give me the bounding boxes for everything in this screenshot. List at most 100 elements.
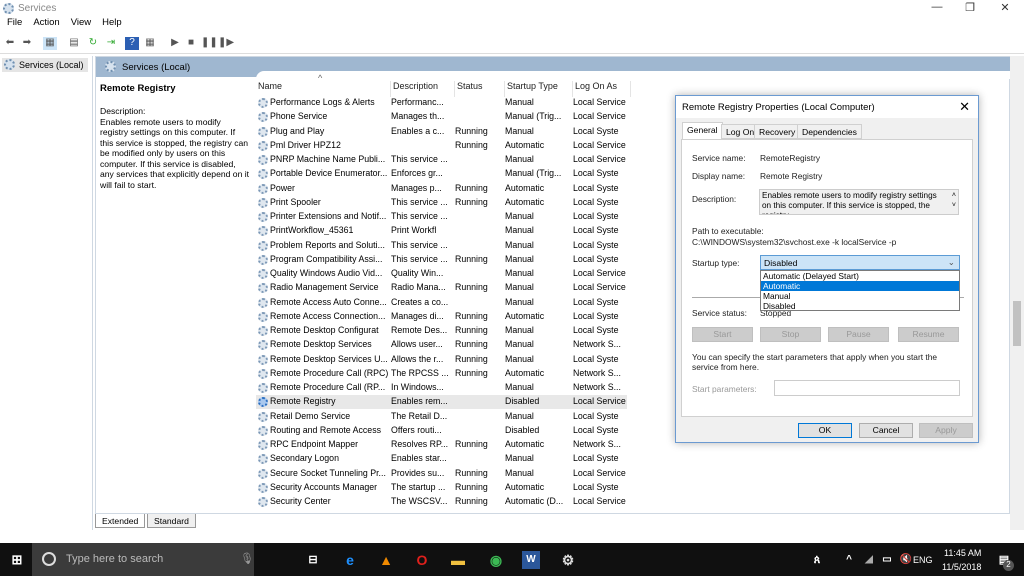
column-description[interactable]: Description xyxy=(393,81,455,97)
service-row[interactable]: Problem Reports and Soluti... This servic… xyxy=(256,239,627,253)
service-row[interactable]: Remote Access Connection... Manages di...… xyxy=(256,310,627,324)
service-row[interactable]: Remote Desktop Configurat Remote Des... Ru… xyxy=(256,324,627,338)
tree-item-services-local[interactable]: Services (Local) xyxy=(2,58,88,72)
file-explorer-icon[interactable]: ▬ xyxy=(449,551,467,569)
maximize-button[interactable]: ❐ xyxy=(955,1,985,14)
service-row[interactable]: Security Center The WSCSV... Running Automa… xyxy=(256,495,627,509)
people-icon[interactable]: ጰ xyxy=(808,551,826,569)
vlc-icon[interactable]: ▲ xyxy=(377,551,395,569)
console-tree-icon[interactable]: ▦ xyxy=(43,37,57,50)
ok-button[interactable]: OK xyxy=(798,423,852,438)
service-row[interactable]: Remote Procedure Call (RPC) The RPCSS ...… xyxy=(256,367,627,381)
cell-startup-type: Automatic xyxy=(505,367,545,378)
cancel-button[interactable]: Cancel xyxy=(859,423,913,438)
vertical-scrollbar[interactable] xyxy=(1010,56,1024,530)
startup-type-dropdown: Automatic (Delayed Start) Automatic Manu… xyxy=(760,270,960,311)
startup-type-select[interactable]: Disabled ⌄ xyxy=(760,255,960,270)
stop-button[interactable]: Stop xyxy=(760,327,821,342)
taskbar-search[interactable]: Type here to search 🎙 xyxy=(32,543,254,576)
service-row[interactable]: Routing and Remote Access Offers routi...… xyxy=(256,424,627,438)
microphone-icon[interactable]: 🎙 xyxy=(240,552,254,565)
cell-description: Creates a co... xyxy=(391,296,449,307)
forward-icon[interactable]: ➡ xyxy=(20,37,34,50)
column-startup-type[interactable]: Startup Type xyxy=(507,81,573,97)
show-hidden-icons[interactable]: ^ xyxy=(840,551,858,569)
service-row[interactable]: Radio Management Service Radio Mana... Run… xyxy=(256,281,627,295)
services-taskbar-icon[interactable]: ⚙ xyxy=(559,551,577,569)
option-automatic[interactable]: Automatic xyxy=(761,281,959,291)
service-row[interactable]: RPC Endpoint Mapper Resolves RP... Running… xyxy=(256,438,627,452)
service-row[interactable]: Power Manages p... Running Automatic Local S… xyxy=(256,182,627,196)
service-row[interactable]: Remote Desktop Services Allows user... Run… xyxy=(256,338,627,352)
service-row[interactable]: Program Compatibility Assi... This servic… xyxy=(256,253,627,267)
service-row[interactable]: Remote Desktop Services U... Allows the r… xyxy=(256,353,627,367)
menu-help[interactable]: Help xyxy=(102,17,122,28)
column-log-on-as[interactable]: Log On As xyxy=(575,81,631,97)
service-row[interactable]: Quality Windows Audio Vid... Quality Win.… xyxy=(256,267,627,281)
tab-extended[interactable]: Extended xyxy=(95,514,146,528)
service-row[interactable]: Printer Extensions and Notif... This serv… xyxy=(256,210,627,224)
service-row[interactable]: Portable Device Enumerator... Enforces gr… xyxy=(256,167,627,181)
service-row[interactable]: Phone Service Manages th... Manual (Trig..… xyxy=(256,110,627,124)
scrollbar-thumb[interactable] xyxy=(1013,301,1021,346)
service-row[interactable]: Plug and Play Enables a c... Running Manual… xyxy=(256,125,627,139)
tab-dependencies[interactable]: Dependencies xyxy=(797,124,862,139)
menu-action[interactable]: Action xyxy=(33,17,59,28)
chrome-icon[interactable]: ◉ xyxy=(487,551,505,569)
service-row[interactable]: Secure Socket Tunneling Pr... Provides su… xyxy=(256,467,627,481)
wifi-icon[interactable]: ◢ xyxy=(860,551,878,569)
cell-status: Running xyxy=(455,182,488,193)
service-row[interactable]: Secondary Logon Enables star... Manual Loca… xyxy=(256,452,627,466)
column-name[interactable]: Name xyxy=(258,81,391,97)
clock-time[interactable]: 11:45 AM xyxy=(944,548,981,558)
stop-icon[interactable]: ■ xyxy=(184,37,198,50)
apply-button[interactable]: Apply xyxy=(919,423,973,438)
service-row[interactable]: Security Accounts Manager The startup ...… xyxy=(256,481,627,495)
dialog-close-icon[interactable]: ✕ xyxy=(959,99,970,115)
service-row[interactable]: PrintWorkflow_45361 Print Workfl Manual Loc… xyxy=(256,224,627,238)
opera-icon[interactable]: O xyxy=(413,551,431,569)
edge-icon[interactable]: e xyxy=(341,551,359,569)
restart-icon[interactable]: ❚▶ xyxy=(218,37,234,50)
clock-date[interactable]: 11/5/2018 xyxy=(942,562,981,572)
properties-icon[interactable]: ▤ xyxy=(67,37,81,50)
menu-view[interactable]: View xyxy=(71,17,91,28)
back-icon[interactable]: ⬅ xyxy=(3,37,17,50)
pause-button[interactable]: Pause xyxy=(828,327,889,342)
word-icon[interactable]: W xyxy=(522,551,540,569)
export-icon[interactable]: ⇥ xyxy=(104,37,118,50)
tab-recovery[interactable]: Recovery xyxy=(754,124,801,139)
service-row[interactable]: Performance Logs & Alerts Performanc... Ma… xyxy=(256,96,627,110)
start-button[interactable]: Start xyxy=(692,327,753,342)
description-box[interactable]: Enables remote users to modify registry … xyxy=(759,189,959,215)
service-row[interactable]: Print Spooler This service ... Running Auto… xyxy=(256,196,627,210)
tab-general[interactable]: General xyxy=(682,122,723,139)
task-view-icon[interactable]: ⊟ xyxy=(304,551,322,569)
option-disabled[interactable]: Disabled xyxy=(761,301,959,311)
action-pane-icon[interactable]: ▦ xyxy=(143,37,157,50)
windows-start-icon[interactable]: ⊞ xyxy=(8,551,26,569)
option-automatic-delayed[interactable]: Automatic (Delayed Start) xyxy=(761,271,959,281)
start-params-input[interactable] xyxy=(774,380,960,396)
menu-file[interactable]: File xyxy=(7,17,22,28)
close-button[interactable]: ✕ xyxy=(990,1,1020,14)
help-icon[interactable]: ? xyxy=(125,37,139,50)
service-row[interactable]: Remote Registry Enables rem... Disabled Loc… xyxy=(256,395,627,410)
tab-standard[interactable]: Standard xyxy=(147,514,196,528)
resume-button[interactable]: Resume xyxy=(898,327,959,342)
service-row[interactable]: Pml Driver HPZ12 Running Automatic Local Se… xyxy=(256,139,627,153)
service-row[interactable]: PNRP Machine Name Publi... This service .… xyxy=(256,153,627,167)
service-row[interactable]: Retail Demo Service The Retail D... Manual… xyxy=(256,410,627,424)
refresh-icon[interactable]: ↻ xyxy=(86,37,100,50)
start-icon[interactable]: ▶ xyxy=(168,37,182,50)
option-manual[interactable]: Manual xyxy=(761,291,959,301)
service-row[interactable]: Remote Access Auto Conne... Creates a co.… xyxy=(256,296,627,310)
service-row[interactable]: Remote Procedure Call (RP... In Windows..… xyxy=(256,381,627,395)
minimize-button[interactable]: — xyxy=(922,1,952,13)
language-indicator[interactable]: ENG xyxy=(913,555,933,565)
battery-icon[interactable]: ▭ xyxy=(878,551,896,569)
scroll-arrows-icon[interactable]: ˄ ˅ xyxy=(952,191,956,211)
column-status[interactable]: Status xyxy=(457,81,505,97)
pause-icon[interactable]: ❚❚ xyxy=(201,37,218,50)
cell-name: Print Spooler xyxy=(270,196,321,207)
